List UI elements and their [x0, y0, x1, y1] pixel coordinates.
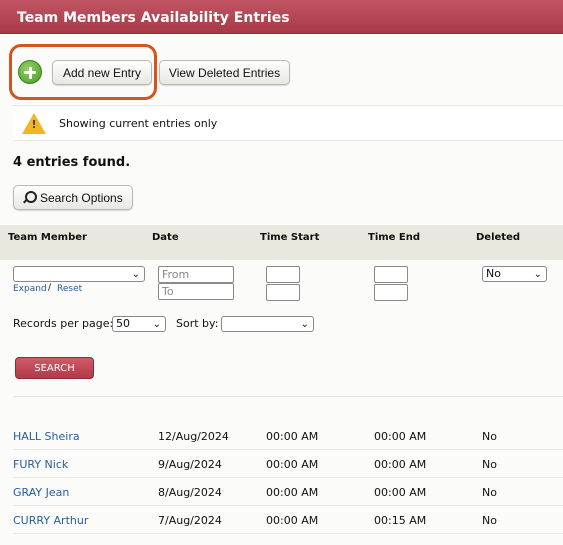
entry-date: 12/Aug/2024	[158, 430, 229, 443]
entry-member-link[interactable]: FURY Nick	[13, 458, 68, 471]
header-time-start: Time Start	[260, 232, 320, 243]
entries-count: 4 entries found.	[13, 155, 131, 170]
entry-time-end: 00:00 AM	[374, 486, 427, 499]
time-start-from-input[interactable]	[266, 266, 300, 283]
records-per-page-label: Records per page:	[13, 317, 114, 330]
table-row: FURY Nick 9/Aug/2024 00:00 AM 00:00 AM N…	[13, 450, 563, 478]
table-row: CURRY Arthur 7/Aug/2024 00:00 AM 00:15 A…	[13, 506, 563, 534]
magnifier-icon	[22, 191, 37, 204]
deleted-select-value: No	[486, 267, 501, 280]
date-to-input[interactable]: To	[158, 283, 234, 300]
sort-by-select[interactable]: ⌄	[221, 316, 314, 332]
search-button[interactable]: SEARCH	[15, 357, 94, 379]
entry-member-link[interactable]: GRAY Jean	[13, 486, 69, 499]
header-deleted: Deleted	[476, 232, 521, 243]
chevron-down-icon: ⌄	[533, 269, 542, 280]
results-divider	[13, 396, 563, 397]
entry-time-end: 00:00 AM	[374, 430, 427, 443]
entry-member-link[interactable]: HALL Sheira	[13, 430, 80, 443]
chevron-down-icon: ⌄	[131, 269, 140, 280]
page-title: Team Members Availability Entries	[17, 10, 290, 26]
time-end-from-input[interactable]	[374, 266, 408, 283]
entry-deleted: No	[482, 430, 497, 443]
link-separator: /	[48, 283, 52, 293]
entry-time-start: 00:00 AM	[266, 458, 319, 471]
records-per-page-value: 50	[116, 317, 130, 330]
warning-icon-mark: !	[31, 118, 37, 131]
entry-time-end: 00:00 AM	[374, 458, 427, 471]
team-member-select[interactable]: ⌄	[13, 266, 145, 282]
entry-time-start: 00:00 AM	[266, 430, 319, 443]
header-date: Date	[152, 232, 179, 243]
entry-date: 9/Aug/2024	[158, 458, 222, 471]
search-options-label: Search Options	[40, 190, 123, 205]
notice-text: Showing current entries only	[59, 117, 218, 130]
page-header: Team Members Availability Entries	[0, 0, 563, 34]
entry-deleted: No	[482, 458, 497, 471]
entry-date: 7/Aug/2024	[158, 514, 222, 527]
table-row: GRAY Jean 8/Aug/2024 00:00 AM 00:00 AM N…	[13, 478, 563, 506]
deleted-select[interactable]: No ⌄	[482, 266, 547, 282]
search-options-button[interactable]: Search Options	[13, 185, 133, 210]
chevron-down-icon: ⌄	[152, 319, 161, 330]
table-row: HALL Sheira 12/Aug/2024 00:00 AM 00:00 A…	[13, 422, 563, 450]
view-deleted-entries-button[interactable]: View Deleted Entries	[159, 60, 290, 85]
entry-time-end: 00:15 AM	[374, 514, 427, 527]
add-plus-icon[interactable]	[18, 60, 42, 84]
reset-link[interactable]: Reset	[57, 284, 82, 294]
entry-time-start: 00:00 AM	[266, 486, 319, 499]
add-new-entry-button[interactable]: Add new Entry	[52, 60, 152, 85]
date-from-input[interactable]: From	[158, 266, 234, 283]
info-notice: ! Showing current entries only	[13, 105, 563, 141]
entry-date: 8/Aug/2024	[158, 486, 222, 499]
sort-by-label: Sort by:	[176, 317, 219, 330]
header-time-end: Time End	[368, 232, 421, 243]
chevron-down-icon: ⌄	[300, 319, 309, 330]
filter-header-row: Team Member Date Time Start Time End Del…	[0, 225, 563, 260]
entry-deleted: No	[482, 486, 497, 499]
expand-link[interactable]: Expand	[13, 284, 47, 294]
header-team-member: Team Member	[8, 232, 87, 243]
entry-time-start: 00:00 AM	[266, 514, 319, 527]
records-per-page-select[interactable]: 50 ⌄	[112, 316, 166, 332]
time-end-to-input[interactable]	[374, 284, 408, 301]
entry-member-link[interactable]: CURRY Arthur	[13, 514, 88, 527]
time-start-to-input[interactable]	[266, 284, 300, 301]
entry-deleted: No	[482, 514, 497, 527]
